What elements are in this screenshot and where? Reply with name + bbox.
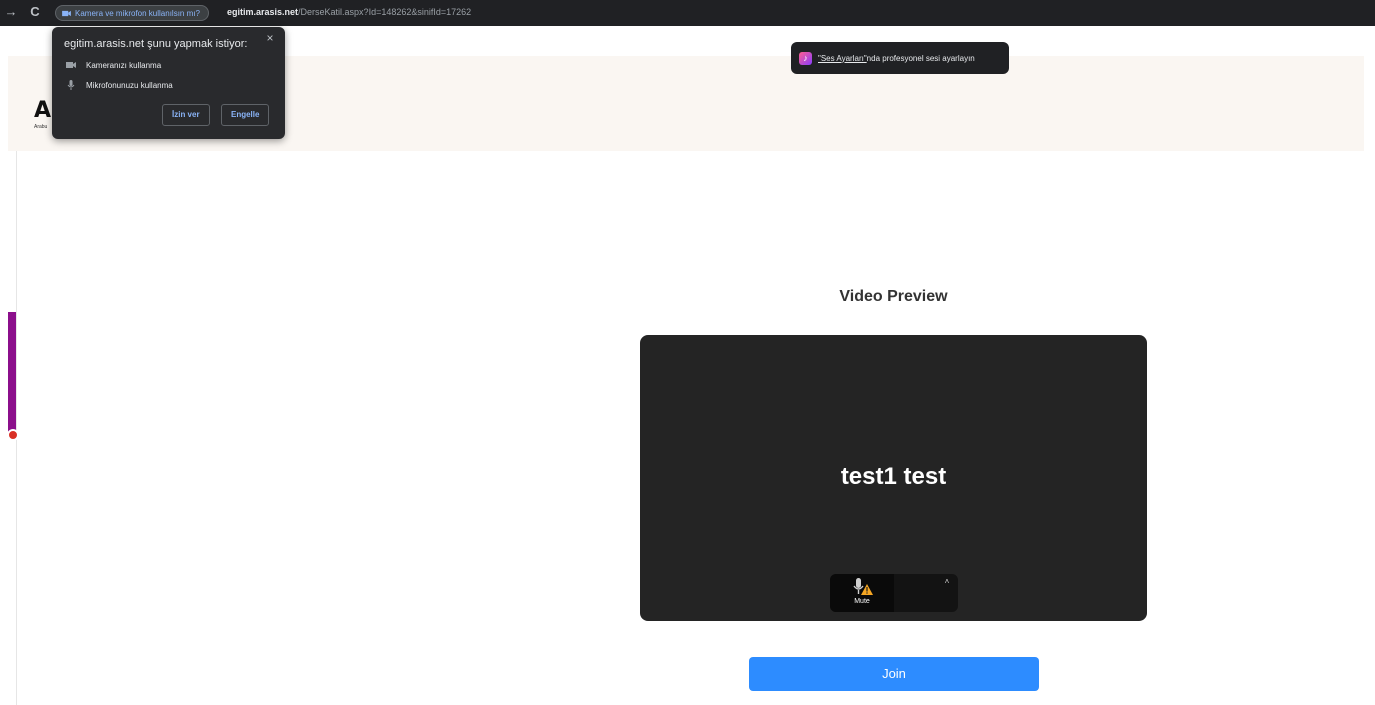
- mute-label: Mute: [854, 598, 870, 605]
- participant-name: test1 test: [840, 463, 947, 490]
- logo-subtext: Arabu: [34, 124, 48, 130]
- permission-camera-row: Kameranızı kullanma: [66, 59, 161, 71]
- forward-arrow-icon[interactable]: →: [2, 3, 20, 21]
- site-logo[interactable]: A: [34, 100, 51, 122]
- chevron-up-icon[interactable]: ˄: [942, 577, 952, 587]
- page-root: → C Kamera ve mikrofon kullanılsın mı? e…: [0, 0, 1375, 705]
- popup-title: egitim.arasis.net şunu yapmak istiyor:: [64, 38, 248, 50]
- permission-popup: egitim.arasis.net şunu yapmak istiyor: ×…: [52, 27, 285, 139]
- camera-icon: [62, 10, 71, 16]
- mute-button[interactable]: Mute: [830, 574, 894, 612]
- permission-mic-label: Mikrofonunuzu kullanma: [86, 80, 173, 90]
- block-button[interactable]: Engelle: [221, 104, 270, 126]
- permission-chip-label: Kamera ve mikrofon kullanılsın mı?: [75, 8, 200, 18]
- permission-mic-row: Mikrofonunuzu kullanma: [66, 79, 173, 91]
- video-preview-panel: test1 test Mute ˄: [640, 335, 1147, 621]
- url-host: egitim.arasis.net: [227, 7, 299, 17]
- left-divider: [16, 151, 17, 705]
- url-path: /DerseKatil.aspx?Id=148262&sinifId=17262: [298, 7, 472, 17]
- audio-settings-toast: ♪ "Ses Ayarları"nda profesyonel sesi aya…: [791, 42, 1009, 74]
- permission-camera-label: Kameranızı kullanma: [86, 60, 162, 70]
- side-notification-dot[interactable]: [7, 429, 19, 441]
- permission-chip[interactable]: Kamera ve mikrofon kullanılsın mı?: [55, 5, 209, 21]
- microphone-icon: [67, 80, 75, 90]
- address-bar[interactable]: egitim.arasis.net/DerseKatil.aspx?Id=148…: [227, 7, 471, 17]
- join-button[interactable]: Join: [749, 657, 1039, 691]
- reload-icon[interactable]: C: [26, 3, 44, 21]
- browser-toolbar: → C Kamera ve mikrofon kullanılsın mı? e…: [0, 0, 1375, 26]
- audio-settings-link[interactable]: "Ses Ayarları": [818, 54, 867, 63]
- music-note-icon: ♪: [799, 51, 812, 65]
- audio-controls: Mute ˄: [830, 574, 958, 612]
- side-panel-tab[interactable]: [8, 312, 16, 432]
- close-icon[interactable]: ×: [263, 31, 277, 45]
- toast-rest-text: nda profesyonel sesi ayarlayın: [866, 53, 975, 63]
- camera-icon: [66, 62, 76, 68]
- allow-button[interactable]: İzin ver: [162, 104, 210, 126]
- toast-text: "Ses Ayarları"nda profesyonel sesi ayarl…: [818, 54, 975, 63]
- video-preview-title: Video Preview: [839, 288, 948, 305]
- microphone-warning-icon: [853, 578, 873, 595]
